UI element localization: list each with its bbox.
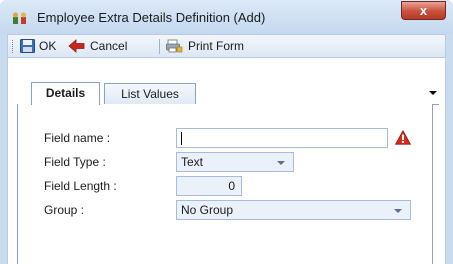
app-people-icon [13, 12, 26, 24]
field-length-value: 0 [228, 179, 235, 193]
field-name-label: Field name : [44, 131, 111, 145]
chevron-down-icon [394, 209, 402, 213]
group-select[interactable]: No Group [176, 200, 411, 220]
title-bar[interactable]: Employee Extra Details Definition (Add) … [0, 0, 453, 34]
field-length-label: Field Length : [44, 179, 117, 193]
chevron-down-icon [277, 161, 285, 165]
group-label: Group : [44, 203, 85, 217]
print-form-icon [166, 39, 183, 53]
field-name-input[interactable] [176, 128, 388, 148]
tab-details-label: Details [45, 86, 86, 100]
ok-button[interactable]: OK [20, 35, 64, 57]
close-button[interactable]: x [401, 1, 446, 20]
dialog-window: Employee Extra Details Definition (Add) … [0, 0, 453, 264]
print-form-label: Print Form [188, 39, 245, 53]
error-warning-icon [395, 130, 411, 145]
group-value: No Group [181, 203, 234, 217]
print-form-button[interactable]: Print Form [166, 35, 268, 57]
cancel-label: Cancel [90, 39, 128, 53]
tab-details[interactable]: Details [31, 82, 100, 105]
tab-list-values-label: List Values [121, 87, 179, 101]
text-caret [181, 132, 182, 145]
tab-list-values[interactable]: List Values [104, 83, 196, 105]
ok-label: OK [39, 39, 57, 53]
toolbar-grip[interactable] [12, 40, 15, 53]
field-type-value: Text [181, 155, 204, 169]
close-icon: x [419, 3, 428, 18]
field-length-input[interactable]: 0 [176, 176, 242, 196]
toolbar: OK Cancel Print Form [7, 34, 446, 58]
field-type-select[interactable]: Text [176, 152, 294, 172]
toolbar-separator [159, 39, 160, 54]
field-type-label: Field Type : [44, 155, 106, 169]
save-disk-icon [20, 39, 35, 53]
window-title: Employee Extra Details Definition (Add) [37, 10, 266, 25]
tab-menu-chevron-down-icon[interactable] [429, 91, 437, 95]
cancel-button[interactable]: Cancel [68, 35, 156, 57]
back-arrow-icon [68, 39, 85, 53]
